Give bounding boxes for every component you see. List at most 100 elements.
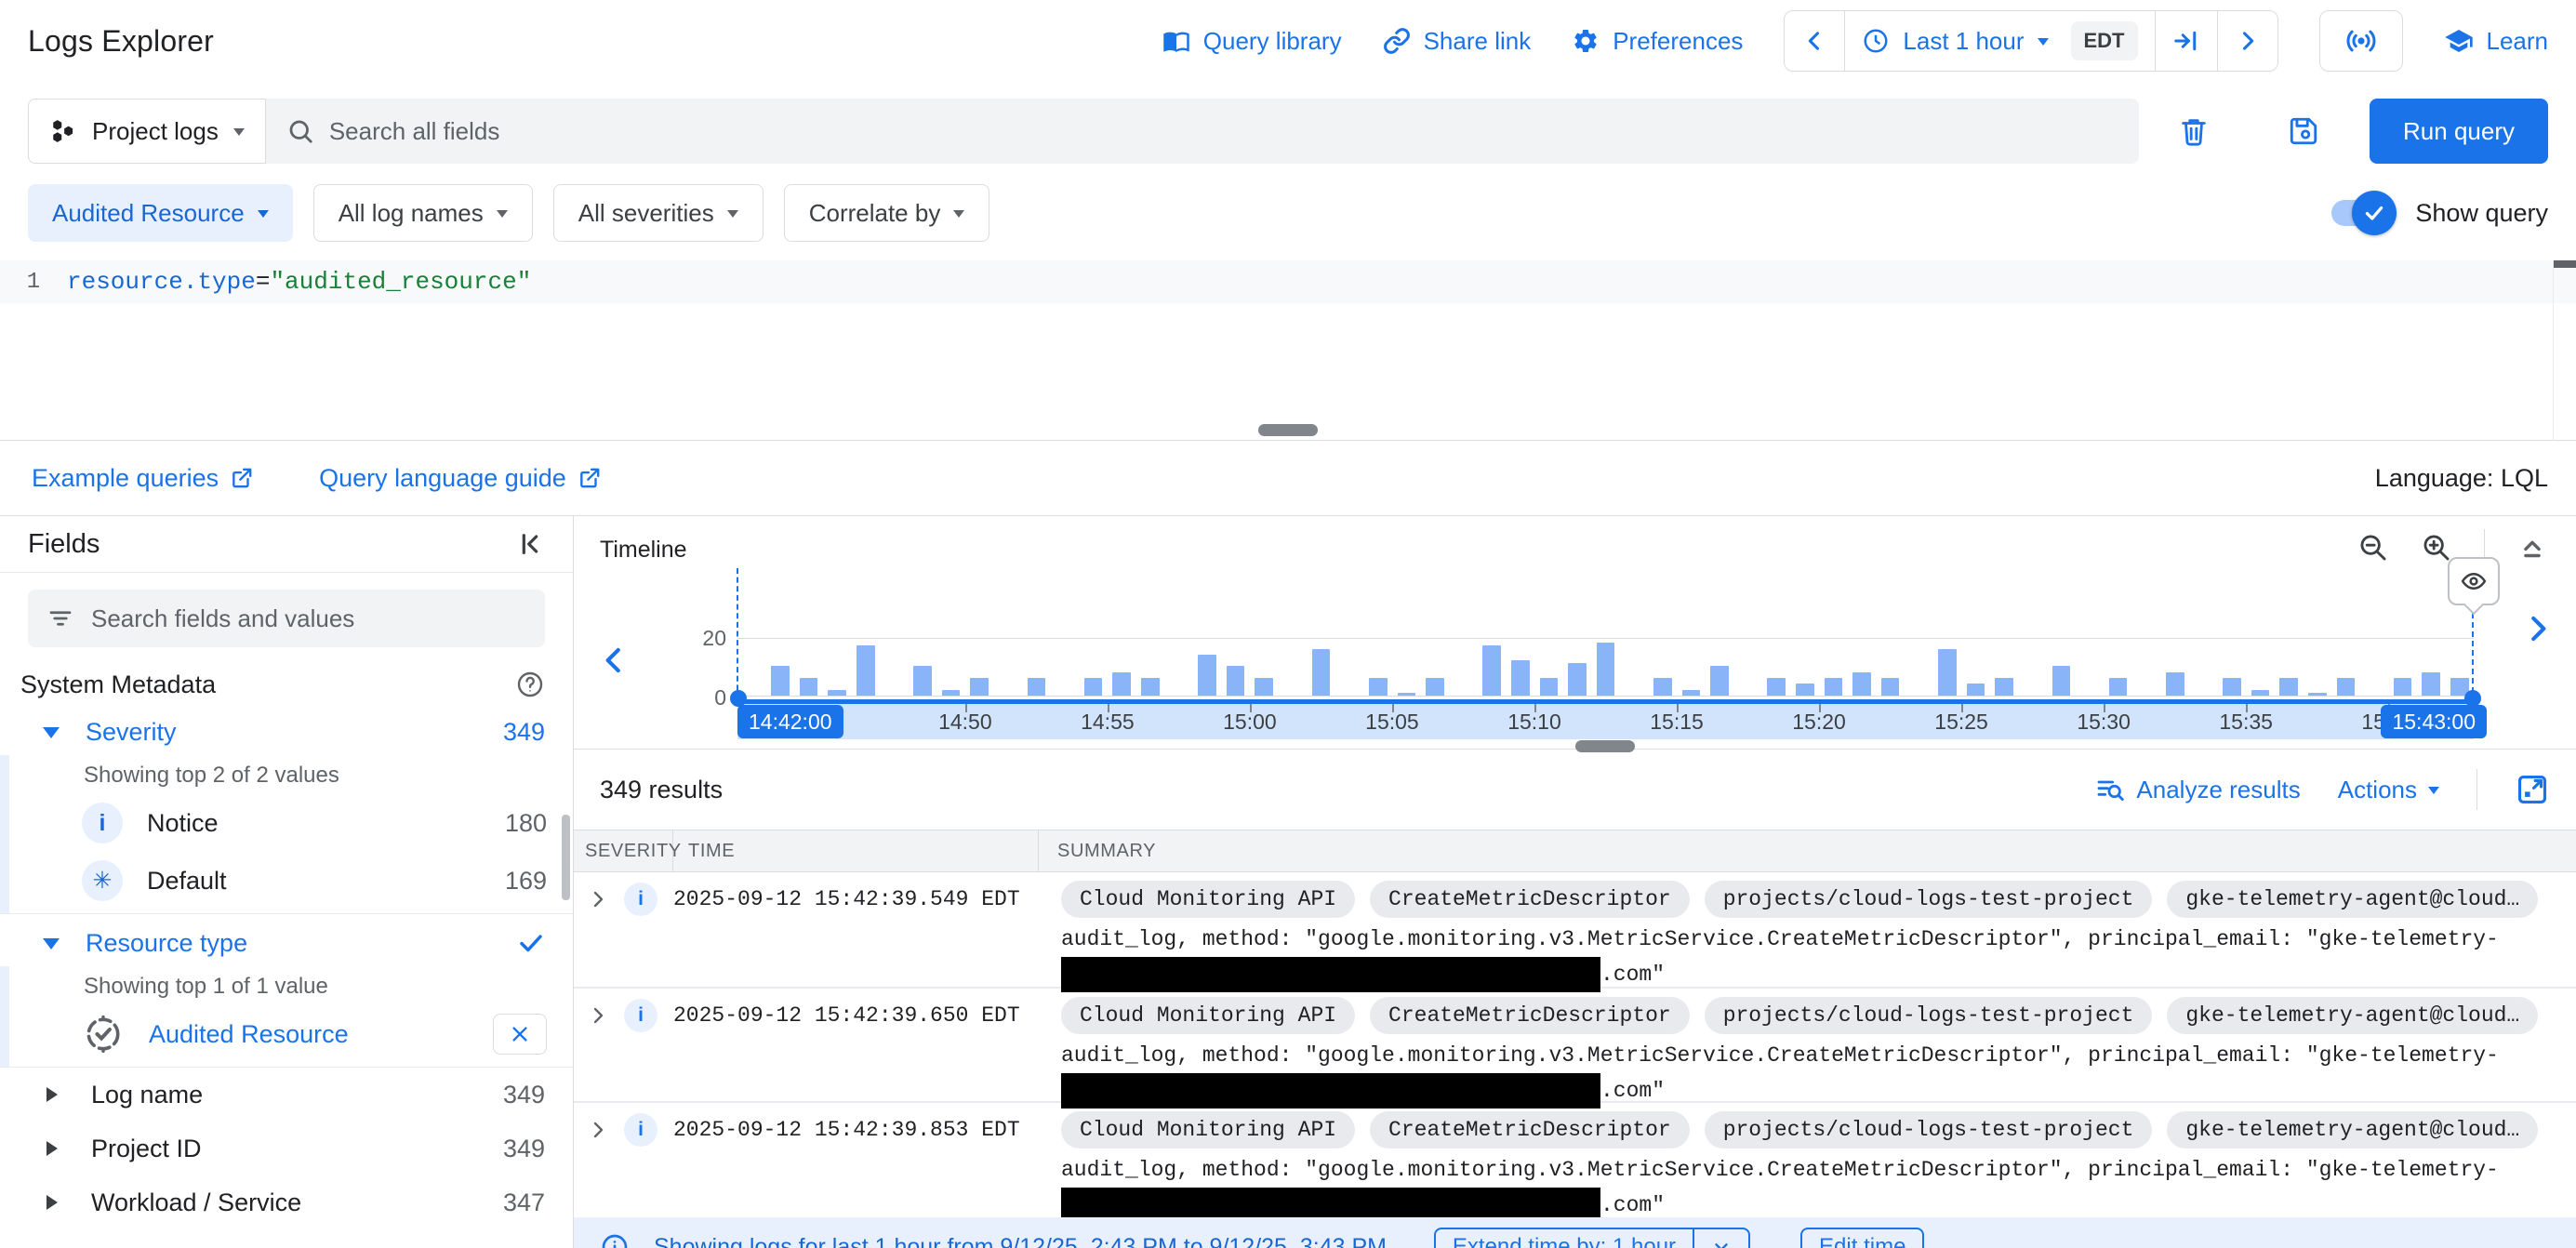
share-link-button[interactable]: Share link xyxy=(1383,27,1532,56)
expand-arrow-icon[interactable] xyxy=(43,938,60,958)
save-query-icon[interactable] xyxy=(2249,115,2358,147)
summary-chip[interactable]: Cloud Monitoring API xyxy=(1061,881,1355,918)
editor-scrollbar[interactable] xyxy=(2553,260,2576,441)
histogram-bar[interactable] xyxy=(1198,655,1216,696)
histogram-bar[interactable] xyxy=(1369,678,1388,696)
histogram-bar[interactable] xyxy=(2337,678,2356,696)
zoom-in-icon[interactable] xyxy=(2421,532,2452,564)
correlate-filter-chip[interactable]: Correlate by xyxy=(784,184,990,242)
query-editor-body[interactable] xyxy=(0,303,2576,441)
query-editor-line-1[interactable]: 1 resource.type="audited_resource" xyxy=(0,260,2576,303)
histogram-bar[interactable] xyxy=(1967,684,1985,696)
run-query-button[interactable]: Run query xyxy=(2370,99,2548,164)
summary-chip[interactable]: Cloud Monitoring API xyxy=(1061,997,1355,1034)
severities-filter-chip[interactable]: All severities xyxy=(553,184,764,242)
stream-logs-button[interactable] xyxy=(2319,10,2403,72)
resource-filter-chip[interactable]: Audited Resource xyxy=(28,184,293,242)
log-entry-row[interactable]: i 2025-09-12 15:42:39.650 EDT Cloud Moni… xyxy=(574,987,2576,1101)
analyze-results-button[interactable]: Analyze results xyxy=(2095,775,2300,804)
time-back-button[interactable] xyxy=(1785,11,1844,71)
time-axis-band[interactable]: 14:5014:5515:0015:0515:1015:1515:2015:25… xyxy=(737,704,2474,739)
histogram-bar[interactable] xyxy=(1881,678,1900,696)
summary-chip[interactable]: CreateMetricDescriptor xyxy=(1370,1111,1690,1148)
histogram-bar[interactable] xyxy=(1398,693,1416,696)
time-forward-button[interactable] xyxy=(2217,11,2277,71)
log-entry-row[interactable]: i 2025-09-12 15:42:39.549 EDT Cloud Moni… xyxy=(574,872,2576,987)
expand-arrow-icon[interactable] xyxy=(43,727,60,747)
summary-chip[interactable]: Cloud Monitoring API xyxy=(1061,1111,1355,1148)
histogram-bar[interactable] xyxy=(1710,666,1729,696)
histogram-bar[interactable] xyxy=(1312,649,1331,696)
summary-chip[interactable]: gke-telemetry-agent@cloud… xyxy=(2167,1111,2538,1148)
summary-chip[interactable]: gke-telemetry-agent@cloud… xyxy=(2167,881,2538,918)
timeline-selection-handle[interactable] xyxy=(2448,557,2500,605)
panel-resize-handle[interactable] xyxy=(1575,740,1635,752)
histogram-bar[interactable] xyxy=(2223,678,2241,696)
editor-scrollbar-thumb[interactable] xyxy=(2554,260,2576,268)
column-header-time[interactable]: TIME xyxy=(673,830,1039,871)
summary-chip[interactable]: CreateMetricDescriptor xyxy=(1370,881,1690,918)
histogram-bar[interactable] xyxy=(1426,678,1444,696)
fields-search-input[interactable] xyxy=(91,604,526,633)
extend-time-caret[interactable] xyxy=(1693,1229,1748,1248)
log-scope-button[interactable]: Project logs xyxy=(28,99,266,164)
expand-row-icon[interactable] xyxy=(587,888,609,910)
collapsed-arrow-icon[interactable] xyxy=(46,1141,65,1156)
histogram-bar[interactable] xyxy=(1255,678,1273,696)
expand-row-icon[interactable] xyxy=(587,1004,609,1027)
actions-dropdown[interactable]: Actions xyxy=(2338,776,2439,804)
jump-to-now-button[interactable] xyxy=(2155,11,2217,71)
sidebar-field-resource-type[interactable]: Resource type xyxy=(0,920,573,966)
delete-query-icon[interactable] xyxy=(2139,115,2249,147)
histogram-bar[interactable] xyxy=(2166,672,2184,696)
histogram-bar[interactable] xyxy=(1568,663,1587,696)
histogram-bar[interactable] xyxy=(1084,678,1103,696)
example-queries-link[interactable]: Example queries xyxy=(32,464,254,493)
histogram-bar[interactable] xyxy=(1482,645,1501,696)
query-language-guide-link[interactable]: Query language guide xyxy=(319,464,602,493)
collapse-panel-icon[interactable] xyxy=(515,529,545,559)
preferences-button[interactable]: Preferences xyxy=(1572,27,1743,56)
histogram-bar[interactable] xyxy=(2109,678,2128,696)
search-all-fields-input[interactable] xyxy=(329,117,2118,146)
field-value-default[interactable]: ✳ Default 169 xyxy=(0,852,573,909)
histogram-bar[interactable] xyxy=(1511,660,1530,696)
summary-chip[interactable]: projects/cloud-logs-test-project xyxy=(1705,881,2153,918)
learn-button[interactable]: Learn xyxy=(2444,26,2549,56)
sidebar-scrollbar-thumb[interactable] xyxy=(562,815,570,900)
log-entry-row[interactable]: i 2025-09-12 15:42:39.853 EDT Cloud Moni… xyxy=(574,1101,2576,1215)
timezone-badge[interactable]: EDT xyxy=(2071,21,2138,60)
histogram-bar[interactable] xyxy=(1597,643,1615,696)
field-value-notice[interactable]: i Notice 180 xyxy=(0,794,573,852)
histogram-bar[interactable] xyxy=(970,678,989,696)
histogram-bar[interactable] xyxy=(1995,678,2013,696)
sidebar-field-project-id[interactable]: Project ID 349 xyxy=(0,1122,573,1175)
histogram-bar[interactable] xyxy=(1682,690,1701,696)
histogram-bar[interactable] xyxy=(771,666,790,696)
histogram-bar[interactable] xyxy=(828,690,846,696)
histogram-bar[interactable] xyxy=(1112,672,1131,696)
histogram-bar[interactable] xyxy=(1938,649,1957,696)
collapsed-arrow-icon[interactable] xyxy=(46,1195,65,1210)
histogram-bar[interactable] xyxy=(856,645,875,696)
histogram-bar[interactable] xyxy=(1028,678,1046,696)
summary-chip[interactable]: projects/cloud-logs-test-project xyxy=(1705,997,2153,1034)
query-editor[interactable]: 1 resource.type="audited_resource" xyxy=(0,260,2576,441)
histogram-bar[interactable] xyxy=(2308,693,2327,696)
timeline-pan-right-icon[interactable] xyxy=(2520,611,2556,646)
histogram-bar[interactable] xyxy=(2052,666,2071,696)
collapse-timeline-icon[interactable] xyxy=(2516,532,2548,564)
histogram-bar[interactable] xyxy=(1653,678,1672,696)
time-range-dropdown[interactable]: Last 1 hour EDT xyxy=(1844,11,2154,71)
histogram-bar[interactable] xyxy=(1796,684,1814,696)
log-names-filter-chip[interactable]: All log names xyxy=(313,184,533,242)
field-value-audited-resource[interactable]: Audited Resource xyxy=(0,1005,573,1063)
histogram-bar[interactable] xyxy=(1227,666,1245,696)
collapsed-arrow-icon[interactable] xyxy=(46,1087,65,1102)
edit-time-button[interactable]: Edit time xyxy=(1800,1228,1924,1248)
histogram-bar[interactable] xyxy=(1540,678,1559,696)
show-query-toggle[interactable] xyxy=(2331,197,2397,229)
expand-panel-icon[interactable] xyxy=(2515,772,2550,807)
histogram-bar[interactable] xyxy=(2251,690,2270,696)
summary-chip[interactable]: CreateMetricDescriptor xyxy=(1370,997,1690,1034)
